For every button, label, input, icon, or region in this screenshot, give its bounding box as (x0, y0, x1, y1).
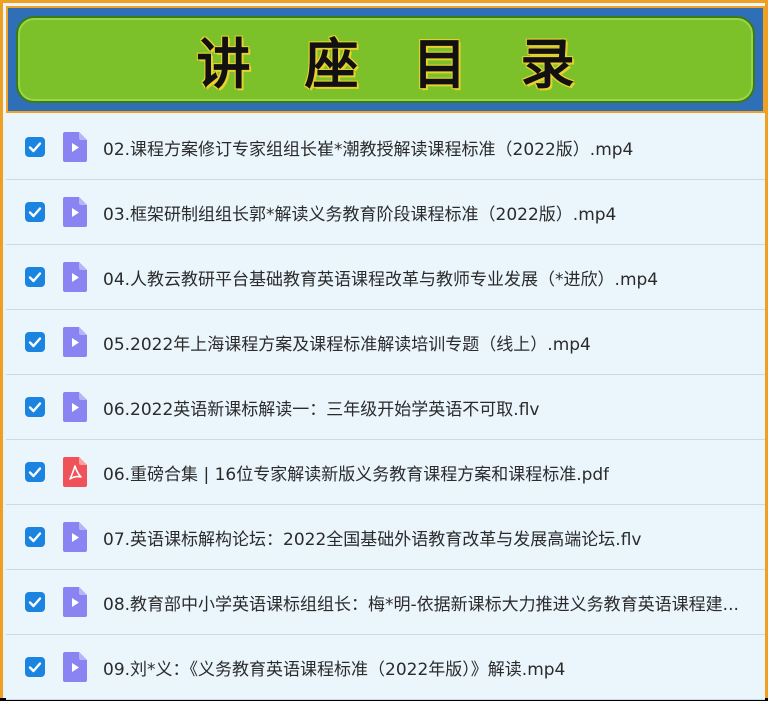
check-icon (28, 532, 42, 543)
video-file-icon (63, 262, 87, 292)
file-checkbox[interactable] (25, 462, 45, 482)
video-file-icon (63, 392, 87, 422)
video-file-icon (63, 327, 87, 357)
file-name: 02.课程方案修订专家组组长崔*潮教授解读课程标准（2022版）.mp4 (103, 139, 634, 160)
video-file-icon (63, 522, 87, 552)
file-name: 03.框架研制组组长郭*解读义务教育阶段课程标准（2022版）.mp4 (103, 204, 617, 225)
page-title: 讲座目录 (196, 33, 629, 96)
file-checkbox[interactable] (25, 202, 45, 222)
file-row[interactable]: 06.重磅合集 | 16位专家解读新版义务教育课程方案和课程标准.pdf (6, 440, 765, 505)
file-row[interactable]: 02.课程方案修订专家组组长崔*潮教授解读课程标准（2022版）.mp4 (6, 115, 765, 180)
video-file-icon (63, 132, 87, 162)
file-list: 02.课程方案修订专家组组长崔*潮教授解读课程标准（2022版）.mp4 03.框… (6, 115, 765, 701)
file-row[interactable]: 06.2022英语新课标解读一：三年级开始学英语不可取.flv (6, 375, 765, 440)
check-icon (28, 662, 42, 673)
check-icon (28, 402, 42, 413)
page-frame: 讲座目录 02.课程方案修订专家组组长崔*潮教授解读课程标准（2022版）.mp… (0, 0, 768, 701)
file-row[interactable]: 09.刘*义：《义务教育英语课程标准（2022年版）》解读.mp4 (6, 635, 765, 700)
file-row[interactable]: 04.人教云教研平台基础教育英语课程改革与教师专业发展（*进欣）.mp4 (6, 245, 765, 310)
file-row[interactable]: 08.教育部中小学英语课标组组长：梅*明-依据新课标大力推进义务教育英语课程建.… (6, 570, 765, 635)
file-row[interactable]: 03.框架研制组组长郭*解读义务教育阶段课程标准（2022版）.mp4 (6, 180, 765, 245)
file-name: 09.刘*义：《义务教育英语课程标准（2022年版）》解读.mp4 (103, 659, 566, 680)
file-row[interactable]: 05.2022年上海课程方案及课程标准解读培训专题（线上）.mp4 (6, 310, 765, 375)
title-banner: 讲座目录 (6, 6, 765, 113)
check-icon (28, 207, 42, 218)
pdf-file-icon (63, 457, 87, 487)
file-name: 05.2022年上海课程方案及课程标准解读培训专题（线上）.mp4 (103, 334, 591, 355)
check-icon (28, 597, 42, 608)
check-icon (28, 142, 42, 153)
file-checkbox[interactable] (25, 527, 45, 547)
file-checkbox[interactable] (25, 592, 45, 612)
file-checkbox[interactable] (25, 267, 45, 287)
file-name: 04.人教云教研平台基础教育英语课程改革与教师专业发展（*进欣）.mp4 (103, 269, 659, 290)
check-icon (28, 272, 42, 283)
file-name: 08.教育部中小学英语课标组组长：梅*明-依据新课标大力推进义务教育英语课程建.… (103, 594, 739, 615)
file-name: 06.重磅合集 | 16位专家解读新版义务教育课程方案和课程标准.pdf (103, 464, 610, 485)
check-icon (28, 337, 42, 348)
file-checkbox[interactable] (25, 332, 45, 352)
file-row[interactable]: 07.英语课标解构论坛：2022全国基础外语教育改革与发展高端论坛.flv (6, 505, 765, 570)
file-checkbox[interactable] (25, 397, 45, 417)
title-banner-inner: 讲座目录 (16, 16, 755, 103)
file-checkbox[interactable] (25, 137, 45, 157)
file-name: 07.英语课标解构论坛：2022全国基础外语教育改革与发展高端论坛.flv (103, 529, 642, 550)
video-file-icon (63, 197, 87, 227)
video-file-icon (63, 652, 87, 682)
file-name: 06.2022英语新课标解读一：三年级开始学英语不可取.flv (103, 399, 540, 420)
video-file-icon (63, 587, 87, 617)
check-icon (28, 467, 42, 478)
file-checkbox[interactable] (25, 657, 45, 677)
